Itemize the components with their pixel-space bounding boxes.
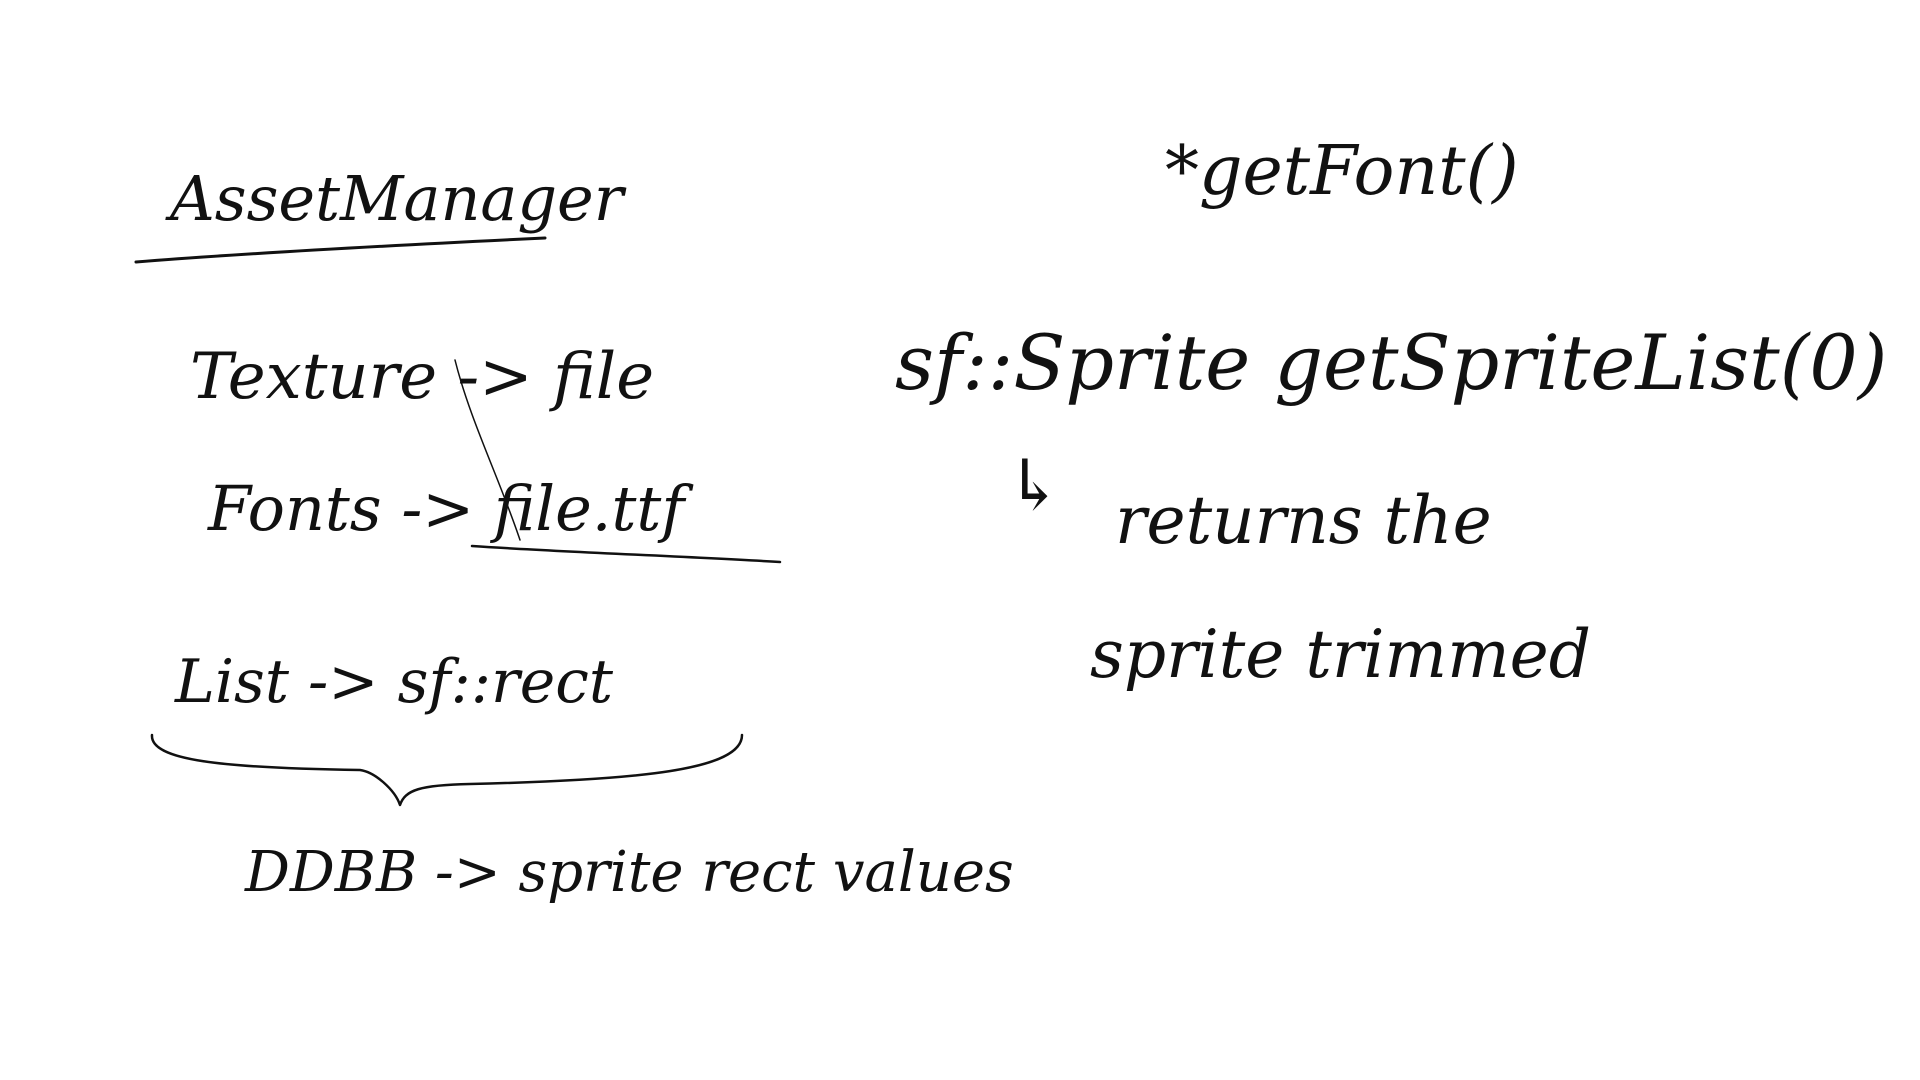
sprite-trimmed-line: sprite trimmed: [1090, 616, 1591, 693]
title-underline: [134, 236, 547, 264]
page-title: AssetManager: [170, 162, 624, 235]
fonts-line: Fonts -> file.ttf: [208, 472, 685, 545]
returns-line: returns the: [1115, 482, 1492, 559]
ddbb-line: DDBB -> sprite rect values: [245, 840, 1014, 905]
hook-arrow-icon: ↳: [1005, 444, 1064, 526]
texture-line: Texture -> file: [190, 340, 655, 414]
whiteboard-canvas: AssetManager Texture -> file Fonts -> fi…: [0, 0, 1920, 1080]
list-line: List -> sf::rect: [175, 647, 613, 717]
get-font-line: *getFont(): [1165, 132, 1519, 211]
file-ttf-underline: [470, 544, 782, 564]
get-sprite-list-line: sf::Sprite getSpriteList(0): [895, 318, 1888, 407]
list-brace: [150, 733, 744, 807]
